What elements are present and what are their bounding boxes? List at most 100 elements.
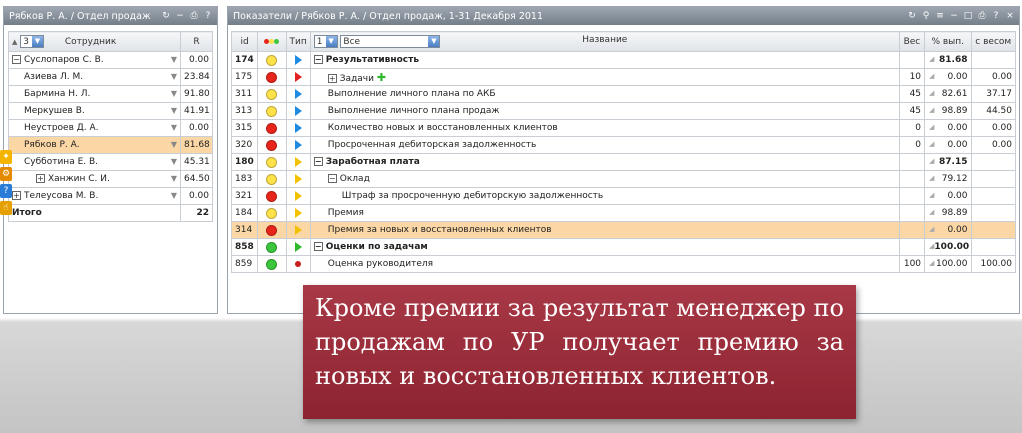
- indicator-row[interactable]: 183 − Оклад ◢ 79.12: [230, 170, 1016, 188]
- column-type-header[interactable]: Тип: [285, 31, 311, 52]
- column-id-header[interactable]: id: [230, 31, 259, 52]
- employee-table: ▲ 3 ▼ Сотрудник R − Суслопаров С. В. ▼ 0.00 А…: [8, 31, 213, 222]
- employee-row[interactable]: Рябков Р. А. ▼ 81.68: [8, 136, 213, 154]
- employee-name-cell[interactable]: Субботина Е. В. ▼: [8, 153, 181, 171]
- hand-icon[interactable]: ☝: [0, 201, 12, 215]
- resize-handle-icon: ◢: [929, 157, 935, 165]
- chevron-down-icon[interactable]: ▼: [171, 72, 177, 81]
- employee-row[interactable]: Меркушев В. ▼ 41.91: [8, 102, 213, 120]
- collapse-icon[interactable]: −: [327, 174, 337, 183]
- indicator-pct: ◢ 82.61: [924, 85, 972, 103]
- blue-flag-icon: [294, 122, 302, 133]
- lightbulb-icon[interactable]: ✦: [0, 150, 12, 164]
- indicator-name-cell[interactable]: − Результативность: [309, 51, 900, 69]
- column-status-header[interactable]: [257, 31, 287, 52]
- indicator-name-cell[interactable]: Премия: [309, 204, 900, 222]
- expand-icon[interactable]: +: [327, 73, 337, 83]
- print-icon[interactable]: ⎙: [189, 11, 199, 21]
- help-icon[interactable]: ?: [991, 11, 1001, 21]
- chevron-down-icon[interactable]: ▼: [171, 89, 177, 98]
- employee-name-cell[interactable]: − Суслопаров С. В. ▼: [8, 51, 181, 69]
- level-select[interactable]: 3 ▼: [20, 35, 44, 48]
- indicator-name-cell[interactable]: − Оклад: [309, 170, 900, 188]
- indicator-row[interactable]: 174 − Результативность ◢ 81.68: [230, 51, 1016, 69]
- indicator-name-cell[interactable]: + Задачи ✚: [309, 68, 900, 86]
- total-value: 22: [180, 204, 213, 222]
- employee-name-cell[interactable]: + Телеусова М. В. ▼: [8, 187, 181, 205]
- employee-row[interactable]: Азиева Л. М. ▼ 23.84: [8, 68, 213, 86]
- indicator-name-cell[interactable]: Оценка руководителя: [309, 255, 900, 273]
- minimize-icon[interactable]: −: [949, 11, 959, 21]
- indicator-row[interactable]: 180 − Заработная плата ◢ 87.15: [230, 153, 1016, 171]
- employee-row[interactable]: Субботина Е. В. ▼ 45.31: [8, 153, 213, 171]
- indicator-row[interactable]: 314 Премия за новых и восстановленных кли…: [230, 221, 1016, 239]
- indicator-name-cell[interactable]: Премия за новых и восстановленных клиент…: [309, 221, 900, 239]
- minimize-icon[interactable]: −: [175, 11, 185, 21]
- list-icon[interactable]: ≡: [935, 11, 945, 21]
- green-flag-icon: [294, 241, 302, 252]
- chevron-down-icon[interactable]: ▼: [171, 106, 177, 115]
- employee-name-cell[interactable]: Неустроев Д. А. ▼: [8, 119, 181, 137]
- employee-row[interactable]: + Ханжин С. И. ▼ 64.50: [8, 170, 213, 188]
- refresh-icon[interactable]: ↻: [907, 11, 917, 21]
- employee-name-cell[interactable]: Бармина Н. Л. ▼: [8, 85, 181, 103]
- indicator-name-cell[interactable]: − Заработная плата: [309, 153, 900, 171]
- column-weight-header[interactable]: Вес: [898, 31, 926, 52]
- indicator-row[interactable]: 184 Премия ◢ 98.89: [230, 204, 1016, 222]
- collapse-icon[interactable]: −: [313, 242, 323, 251]
- employee-name-cell[interactable]: Рябков Р. А. ▼: [8, 136, 181, 154]
- indicator-row[interactable]: 859 Оценка руководителя 100 ◢ 100.00 100.00: [230, 255, 1016, 273]
- gear-icon[interactable]: ⚙: [0, 167, 12, 181]
- indicator-name-cell[interactable]: Выполнение личного плана по АКБ: [309, 85, 900, 103]
- employee-row[interactable]: + Телеусова М. В. ▼ 0.00: [8, 187, 213, 205]
- expand-icon[interactable]: +: [12, 191, 21, 200]
- collapse-icon[interactable]: −: [313, 55, 323, 64]
- indicator-name-cell[interactable]: − Оценки по задачам: [309, 238, 900, 256]
- level-select[interactable]: 1 ▼: [313, 35, 338, 48]
- indicator-pct: ◢ 87.15: [924, 153, 972, 171]
- employee-row[interactable]: Бармина Н. Л. ▼ 91.80: [8, 85, 213, 103]
- refresh-icon[interactable]: ↻: [161, 11, 171, 21]
- employee-name-cell[interactable]: Азиева Л. М. ▼: [8, 68, 181, 86]
- indicator-name-cell[interactable]: Количество новых и восстановленных клиен…: [309, 119, 900, 137]
- indicator-row[interactable]: 315 Количество новых и восстановленных кл…: [230, 119, 1016, 137]
- indicator-name: Оклад: [339, 174, 370, 184]
- collapse-icon[interactable]: −: [12, 55, 21, 64]
- chevron-down-icon[interactable]: ▼: [171, 123, 177, 132]
- indicator-row[interactable]: 313 Выполнение личного плана продаж 45 ◢ 98.…: [230, 102, 1016, 120]
- filter-select[interactable]: Все ▼: [340, 35, 441, 48]
- chevron-down-icon[interactable]: ▼: [171, 55, 177, 64]
- sort-asc-icon[interactable]: ▲: [12, 38, 17, 46]
- indicator-row[interactable]: 175 + Задачи ✚ 10 ◢ 0.00 0.00: [230, 68, 1016, 86]
- chevron-down-icon[interactable]: ▼: [171, 191, 177, 200]
- employee-row[interactable]: − Суслопаров С. В. ▼ 0.00: [8, 51, 213, 69]
- indicator-row[interactable]: 320 Просроченная дебиторская задолженност…: [230, 136, 1016, 154]
- search-icon[interactable]: ⚲: [921, 11, 931, 21]
- indicator-name-cell[interactable]: Штраф за просроченную дебиторскую задолж…: [309, 187, 900, 205]
- chevron-down-icon[interactable]: ▼: [171, 140, 177, 149]
- chevron-down-icon[interactable]: ▼: [171, 157, 177, 166]
- indicator-row[interactable]: 321 Штраф за просроченную дебиторскую зад…: [230, 187, 1016, 205]
- indicator-name-cell[interactable]: Просроченная дебиторская задолженность: [309, 136, 900, 154]
- indicator-weighted: 0.00: [970, 119, 1016, 137]
- print-icon[interactable]: ⎙: [977, 11, 987, 21]
- employee-r-value: 91.80: [180, 85, 213, 103]
- indicator-row[interactable]: 858 − Оценки по задачам ◢ 100.00: [230, 238, 1016, 256]
- help-icon[interactable]: ?: [0, 184, 12, 198]
- indicator-weighted: 100.00: [970, 255, 1016, 273]
- chevron-down-icon[interactable]: ▼: [171, 174, 177, 183]
- close-icon[interactable]: ×: [1005, 11, 1015, 21]
- indicator-name-cell[interactable]: Выполнение личного плана продаж: [309, 102, 900, 120]
- employee-name-cell[interactable]: Меркушев В. ▼: [8, 102, 181, 120]
- maximize-icon[interactable]: □: [963, 11, 973, 21]
- help-icon[interactable]: ?: [203, 11, 213, 21]
- employee-row[interactable]: Неустроев Д. А. ▼ 0.00: [8, 119, 213, 137]
- employee-name-cell[interactable]: + Ханжин С. И. ▼: [8, 170, 181, 188]
- add-icon[interactable]: ✚: [377, 71, 386, 84]
- collapse-icon[interactable]: −: [313, 157, 323, 166]
- column-weighted-header[interactable]: с весом: [970, 31, 1016, 52]
- column-r-header[interactable]: R: [180, 31, 213, 52]
- indicator-row[interactable]: 311 Выполнение личного плана по АКБ 45 ◢ 82.…: [230, 85, 1016, 103]
- expand-icon[interactable]: +: [36, 174, 45, 183]
- column-pct-header[interactable]: % вып.: [924, 31, 972, 52]
